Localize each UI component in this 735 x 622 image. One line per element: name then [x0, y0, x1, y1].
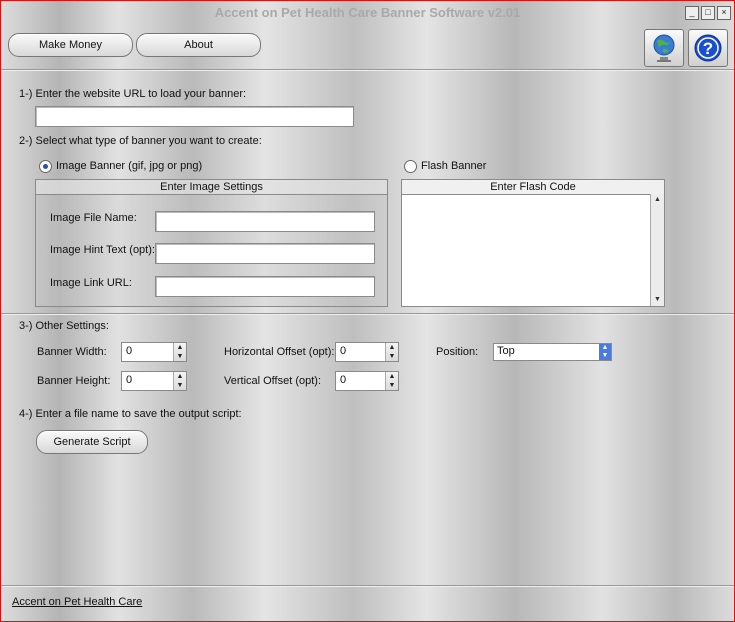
- footer-link[interactable]: Accent on Pet Health Care: [12, 596, 142, 608]
- image-banner-label: Image Banner (gif, jpg or png): [56, 160, 203, 172]
- step4-label: 4-) Enter a file name to save the output…: [19, 408, 242, 420]
- banner-height-label: Banner Height:: [37, 375, 111, 387]
- globe-icon: [653, 34, 675, 62]
- app-window: Accent on Pet Health Care Banner Softwar…: [0, 0, 735, 622]
- svg-text:?: ?: [703, 39, 713, 58]
- position-value: Top: [497, 345, 515, 357]
- minimize-button[interactable]: _: [685, 6, 699, 20]
- image-link-url-input[interactable]: [155, 276, 375, 297]
- banner-width-label: Banner Width:: [37, 346, 107, 358]
- select-arrow-icon[interactable]: ▲ ▼: [599, 344, 611, 360]
- vertical-offset-value: 0: [340, 374, 347, 386]
- position-select[interactable]: Top ▲ ▼: [493, 343, 612, 361]
- image-settings-title: Enter Image Settings: [36, 180, 387, 195]
- step3-label: 3-) Other Settings:: [19, 320, 109, 332]
- image-banner-radio[interactable]: [39, 160, 52, 173]
- step2-label: 2-) Select what type of banner you want …: [19, 135, 262, 147]
- image-file-name-label: Image File Name:: [50, 212, 137, 224]
- flash-code-textarea[interactable]: [404, 196, 648, 304]
- image-hint-text-label: Image Hint Text (opt):: [50, 244, 155, 256]
- about-button[interactable]: About: [136, 33, 261, 57]
- footer-divider: [1, 585, 734, 587]
- title-bar: Accent on Pet Health Care Banner Softwar…: [1, 1, 734, 25]
- help-icon: ?: [694, 34, 722, 62]
- image-settings-panel: Enter Image Settings Image File Name: Im…: [35, 179, 388, 307]
- stepper-arrows-icon[interactable]: ▲ ▼: [173, 372, 186, 390]
- scroll-down-icon[interactable]: ▼: [651, 294, 664, 306]
- image-hint-text-input[interactable]: [155, 243, 375, 264]
- banner-width-stepper[interactable]: 0 ▲ ▼: [121, 342, 187, 362]
- banner-height-stepper[interactable]: 0 ▲ ▼: [121, 371, 187, 391]
- stepper-arrows-icon[interactable]: ▲ ▼: [385, 343, 398, 361]
- globe-button[interactable]: [644, 29, 684, 67]
- flash-code-panel: Enter Flash Code ▲ ▼: [401, 179, 665, 307]
- vertical-offset-stepper[interactable]: 0 ▲ ▼: [335, 371, 399, 391]
- toolbar-divider: [1, 69, 734, 71]
- vertical-offset-label: Vertical Offset (opt):: [224, 375, 322, 387]
- make-money-button[interactable]: Make Money: [8, 33, 133, 57]
- help-button[interactable]: ?: [688, 29, 728, 67]
- flash-code-scrollbar[interactable]: ▲ ▼: [650, 194, 664, 306]
- flash-code-title: Enter Flash Code: [402, 180, 664, 195]
- image-file-name-input[interactable]: [155, 211, 375, 232]
- section-divider: [1, 313, 734, 315]
- website-url-input[interactable]: [35, 106, 354, 127]
- close-button[interactable]: ×: [717, 6, 731, 20]
- maximize-button[interactable]: □: [701, 6, 715, 20]
- generate-script-button[interactable]: Generate Script: [36, 430, 148, 454]
- horizontal-offset-stepper[interactable]: 0 ▲ ▼: [335, 342, 399, 362]
- horizontal-offset-label: Horizontal Offset (opt):: [224, 346, 335, 358]
- image-link-url-label: Image Link URL:: [50, 277, 132, 289]
- flash-banner-radio[interactable]: [404, 160, 417, 173]
- window-title: Accent on Pet Health Care Banner Softwar…: [214, 5, 521, 20]
- banner-width-value: 0: [126, 345, 133, 357]
- scroll-up-icon[interactable]: ▲: [651, 194, 664, 206]
- banner-height-value: 0: [126, 374, 133, 386]
- step1-label: 1-) Enter the website URL to load your b…: [19, 88, 247, 100]
- horizontal-offset-value: 0: [340, 345, 347, 357]
- flash-banner-label: Flash Banner: [421, 160, 487, 172]
- stepper-arrows-icon[interactable]: ▲ ▼: [385, 372, 398, 390]
- position-label: Position:: [436, 346, 479, 358]
- stepper-arrows-icon[interactable]: ▲ ▼: [173, 343, 186, 361]
